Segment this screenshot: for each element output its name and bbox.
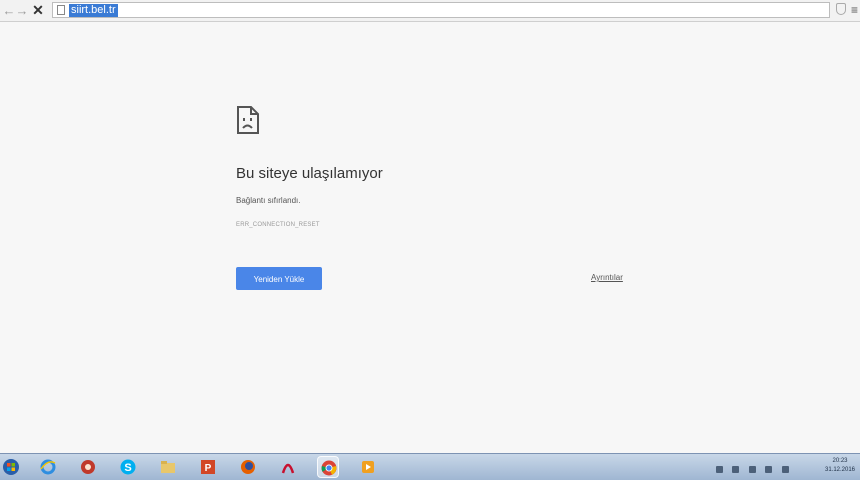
url-text[interactable]: siirt.bel.tr — [69, 4, 118, 17]
windows-start-icon[interactable] — [0, 456, 22, 478]
network-icon[interactable] — [716, 466, 723, 473]
monitor-icon[interactable] — [765, 466, 773, 473]
sad-page-icon — [237, 106, 259, 134]
keyboard-icon[interactable] — [748, 466, 756, 473]
reload-button[interactable]: Yeniden Yükle — [236, 267, 322, 290]
volume-icon[interactable] — [781, 466, 789, 473]
page-icon — [57, 5, 65, 15]
address-bar[interactable]: siirt.bel.tr ☆ — [52, 2, 830, 18]
error-title: Bu siteye ulaşılamıyor — [236, 165, 383, 182]
chrome-icon[interactable] — [317, 456, 339, 478]
media-app-icon[interactable] — [77, 456, 99, 478]
windows-taskbar: S P 20:23 31.12.2016 — [0, 453, 860, 480]
browser-toolbar: ← → ✕ siirt.bel.tr ☆ ≡ — [0, 0, 860, 22]
firefox-icon[interactable] — [237, 456, 259, 478]
svg-text:S: S — [124, 462, 131, 474]
stop-icon[interactable]: ✕ — [31, 2, 45, 19]
clock-time: 20:23 — [832, 458, 848, 464]
clock-date: 31.12.2016 — [824, 467, 856, 473]
file-explorer-icon[interactable] — [157, 456, 179, 478]
media-player-icon[interactable] — [357, 456, 379, 478]
internet-explorer-icon[interactable] — [37, 456, 59, 478]
extension-shield-icon[interactable] — [836, 3, 846, 15]
error-code: ERR_CONNECTION_RESET — [236, 222, 320, 228]
back-arrow-icon[interactable]: ← — [2, 2, 16, 19]
error-description: Bağlantı sıfırlandı. — [236, 196, 301, 205]
powerpoint-icon[interactable]: P — [197, 456, 219, 478]
chrome-menu-icon[interactable]: ≡ — [851, 2, 858, 19]
system-clock[interactable]: 20:23 31.12.2016 — [823, 457, 857, 475]
skype-icon[interactable]: S — [117, 456, 139, 478]
details-link[interactable]: Ayrıntılar — [591, 273, 623, 282]
flag-icon[interactable] — [732, 466, 740, 473]
system-tray — [716, 460, 794, 474]
adobe-reader-icon[interactable] — [277, 456, 299, 478]
forward-arrow-icon[interactable]: → — [15, 2, 29, 19]
svg-text:P: P — [205, 463, 212, 474]
